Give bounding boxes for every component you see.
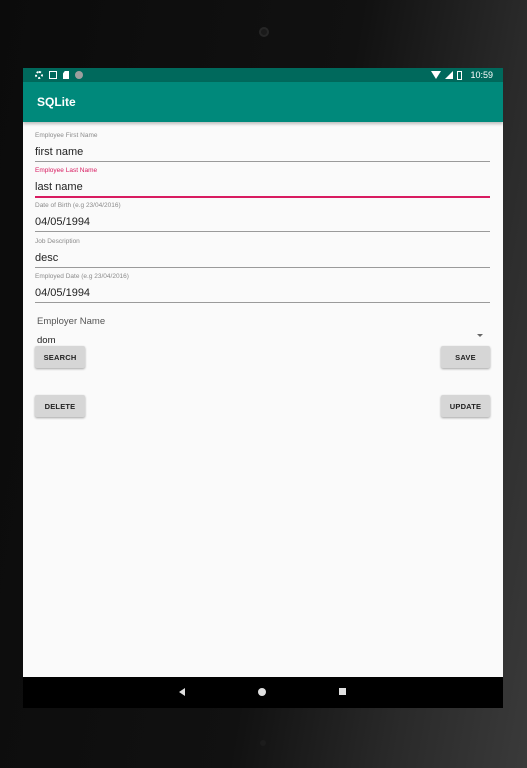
employed-date-input[interactable]: 04/05/1994 bbox=[35, 287, 490, 303]
battery-icon bbox=[457, 70, 463, 80]
last-name-field[interactable]: Employee Last Name last name bbox=[35, 167, 490, 198]
employed-date-field[interactable]: Employed Date (e.g 23/04/2016) 04/05/199… bbox=[35, 273, 490, 303]
search-button[interactable]: SEARCH bbox=[35, 346, 85, 368]
first-name-field[interactable]: Employee First Name first name bbox=[35, 132, 490, 162]
employer-selected-value: dom bbox=[37, 335, 56, 346]
image-icon bbox=[49, 71, 57, 79]
wifi-icon bbox=[431, 71, 442, 79]
device-sensor bbox=[260, 740, 266, 746]
last-name-label: Employee Last Name bbox=[35, 167, 98, 174]
dropdown-arrow-icon[interactable] bbox=[477, 334, 483, 337]
front-camera bbox=[259, 27, 269, 37]
dob-input[interactable]: 04/05/1994 bbox=[35, 216, 490, 232]
employer-spinner[interactable]: dom bbox=[37, 330, 491, 346]
sd-card-icon bbox=[63, 71, 69, 79]
job-description-field[interactable]: Job Description desc bbox=[35, 238, 490, 268]
dob-field[interactable]: Date of Birth (e.g 23/04/2016) 04/05/199… bbox=[35, 202, 490, 232]
circle-status-icon bbox=[75, 71, 83, 79]
last-name-input[interactable]: last name bbox=[35, 181, 490, 198]
signal-icon bbox=[445, 71, 454, 79]
employer-name-label: Employer Name bbox=[37, 316, 106, 327]
delete-button[interactable]: DELETE bbox=[35, 395, 85, 417]
app-title: SQLite bbox=[37, 95, 76, 109]
status-bar: 10:59 bbox=[23, 68, 503, 82]
home-icon[interactable] bbox=[258, 688, 266, 696]
first-name-label: Employee First Name bbox=[35, 132, 98, 139]
recents-icon[interactable] bbox=[339, 688, 346, 695]
settings-icon bbox=[35, 71, 43, 79]
device-screen: 10:59 SQLite Employee First Name first n… bbox=[23, 68, 503, 708]
navigation-bar bbox=[23, 677, 503, 708]
dob-label: Date of Birth (e.g 23/04/2016) bbox=[35, 202, 121, 209]
first-name-input[interactable]: first name bbox=[35, 146, 490, 162]
job-description-input[interactable]: desc bbox=[35, 252, 490, 268]
back-icon[interactable] bbox=[179, 688, 185, 696]
status-time: 10:59 bbox=[470, 70, 493, 80]
job-description-label: Job Description bbox=[35, 238, 80, 245]
app-bar: SQLite bbox=[23, 82, 503, 122]
update-button[interactable]: UPDATE bbox=[441, 395, 490, 417]
employed-date-label: Employed Date (e.g 23/04/2016) bbox=[35, 273, 129, 280]
save-button[interactable]: SAVE bbox=[441, 346, 490, 368]
